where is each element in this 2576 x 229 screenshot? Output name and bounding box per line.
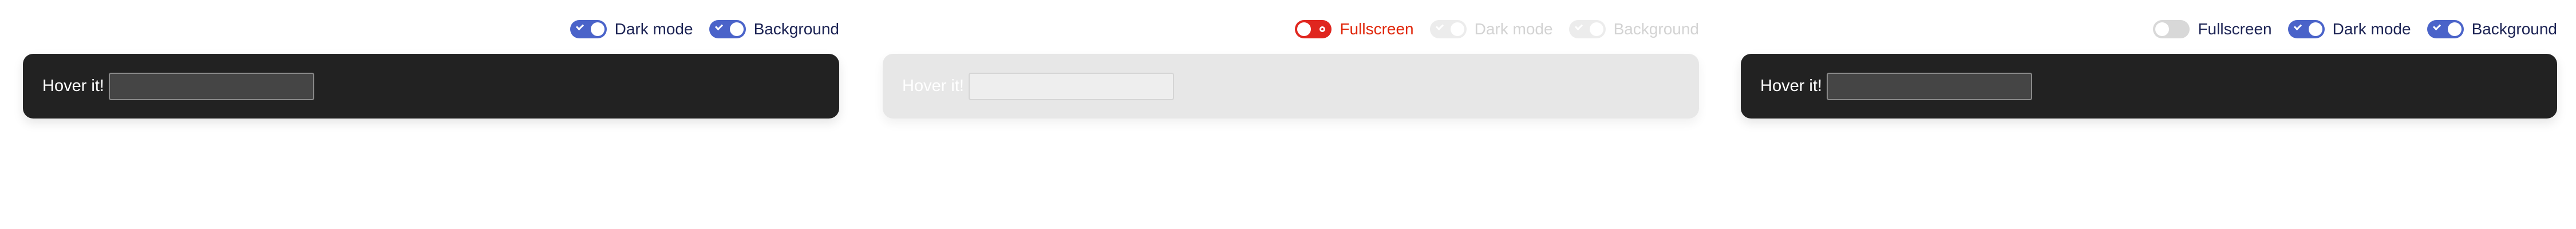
check-icon [2432, 22, 2441, 31]
dark-mode-toggle-group: Dark mode [1429, 19, 1553, 39]
fullscreen-toggle[interactable] [1295, 20, 1332, 38]
panel-1-toggle-bar: Dark mode Background [570, 19, 839, 39]
hover-card[interactable]: Hover it! [23, 54, 839, 119]
preview-panel-3: Fullscreen Dark mode Background Hover it… [1741, 0, 2557, 229]
background-toggle[interactable] [2427, 20, 2464, 38]
dark-mode-label: Dark mode [1474, 20, 1553, 38]
hover-card[interactable]: Hover it! [883, 54, 1699, 119]
check-icon [2293, 22, 2302, 31]
dark-mode-label: Dark mode [614, 20, 693, 38]
preview-panel-2: Fullscreen Dark mode Background Hover it… [883, 0, 1699, 229]
dark-mode-toggle[interactable] [2287, 20, 2325, 38]
hover-card-label: Hover it! [1760, 77, 1822, 95]
background-toggle-group: Background [2427, 19, 2557, 39]
check-icon [1435, 22, 1444, 31]
dark-mode-toggle-group: Dark mode [2287, 19, 2411, 39]
toggle-knob [2155, 22, 2170, 36]
toggle-knob [590, 22, 605, 36]
background-toggle-group: Background [709, 19, 839, 39]
fullscreen-label: Fullscreen [1340, 20, 1414, 38]
background-toggle [1568, 20, 1606, 38]
background-toggle-group: Background [1568, 19, 1699, 39]
background-label: Background [2471, 20, 2557, 38]
fullscreen-label: Fullscreen [2198, 20, 2272, 38]
settings-preview-strip: Dark mode Background Hover it! Fullscree… [0, 0, 2576, 229]
panel-2-toggle-bar: Fullscreen Dark mode Background [1295, 19, 1699, 39]
fullscreen-toggle[interactable] [2153, 20, 2190, 38]
check-icon [714, 22, 723, 31]
preview-panel-1: Dark mode Background Hover it! [23, 0, 839, 229]
background-label: Background [1613, 20, 1699, 38]
toggle-knob [729, 22, 744, 36]
toggle-knob [2308, 22, 2322, 36]
dark-mode-toggle[interactable] [570, 20, 607, 38]
panel-3-toggle-bar: Fullscreen Dark mode Background [2153, 19, 2557, 39]
toggle-knob [2447, 22, 2462, 36]
background-toggle[interactable] [709, 20, 746, 38]
fullscreen-toggle-group: Fullscreen [2153, 19, 2272, 39]
dark-mode-toggle [1429, 20, 1467, 38]
hover-card[interactable]: Hover it! [1741, 54, 2557, 119]
background-label: Background [753, 20, 839, 38]
dark-mode-toggle-group: Dark mode [570, 19, 693, 39]
hover-card-label: Hover it! [902, 77, 964, 95]
fullscreen-toggle-group: Fullscreen [1295, 19, 1414, 39]
check-icon [1574, 22, 1583, 31]
dark-mode-label: Dark mode [2332, 20, 2411, 38]
hover-card-input[interactable] [968, 72, 1174, 100]
toggle-knob [1450, 22, 1464, 36]
hover-card-input[interactable] [1826, 72, 2032, 100]
toggle-dot-icon [1319, 26, 1326, 32]
toggle-knob [1297, 22, 1311, 36]
check-icon [575, 22, 584, 31]
toggle-knob [1589, 22, 1603, 36]
hover-card-input[interactable] [108, 72, 314, 100]
hover-card-label: Hover it! [42, 77, 104, 95]
